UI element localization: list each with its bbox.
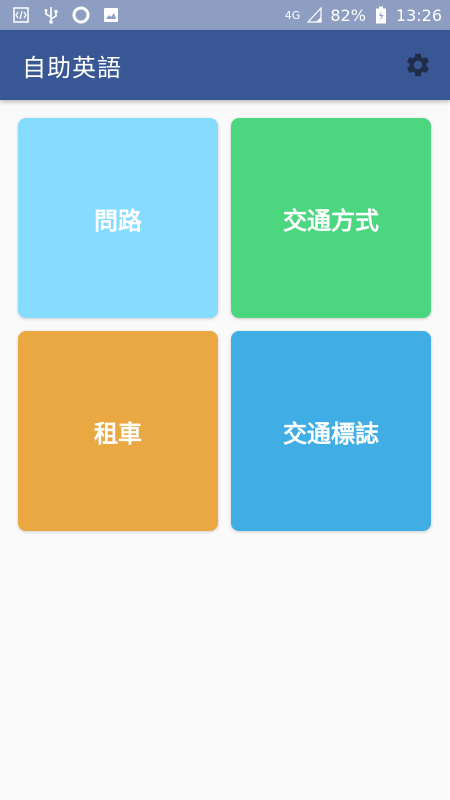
tile-traffic-signs[interactable]: 交通標誌: [231, 331, 431, 531]
tile-car-rental[interactable]: 租車: [18, 331, 218, 531]
clock: 13:26: [395, 5, 442, 25]
settings-button[interactable]: [402, 49, 434, 81]
tile-transportation[interactable]: 交通方式: [231, 118, 431, 318]
usb-icon: [42, 6, 60, 24]
system-icons: 4G 82% 13:26: [285, 6, 442, 25]
tile-label: 租車: [94, 419, 142, 448]
network-type-label: 4G: [284, 8, 301, 22]
circle-icon: [72, 6, 90, 24]
signal-icon: [306, 6, 324, 24]
tile-label: 交通方式: [283, 206, 379, 235]
category-grid: 問路 交通方式 租車 交通標誌: [18, 118, 431, 531]
tile-label: 問路: [94, 206, 142, 235]
app-title: 自助英語: [22, 53, 122, 82]
status-bar: 4G 82% 13:26: [0, 0, 450, 30]
tile-ask-directions[interactable]: 問路: [18, 118, 218, 318]
image-icon: [102, 6, 120, 24]
notification-icons: [12, 6, 120, 24]
tile-label: 交通標誌: [283, 419, 379, 448]
code-icon: [12, 6, 30, 24]
battery-charging-icon: [372, 6, 390, 24]
gear-icon: [407, 53, 429, 77]
battery-percentage: 82%: [330, 5, 366, 25]
app-bar: 自助英語: [0, 30, 450, 100]
